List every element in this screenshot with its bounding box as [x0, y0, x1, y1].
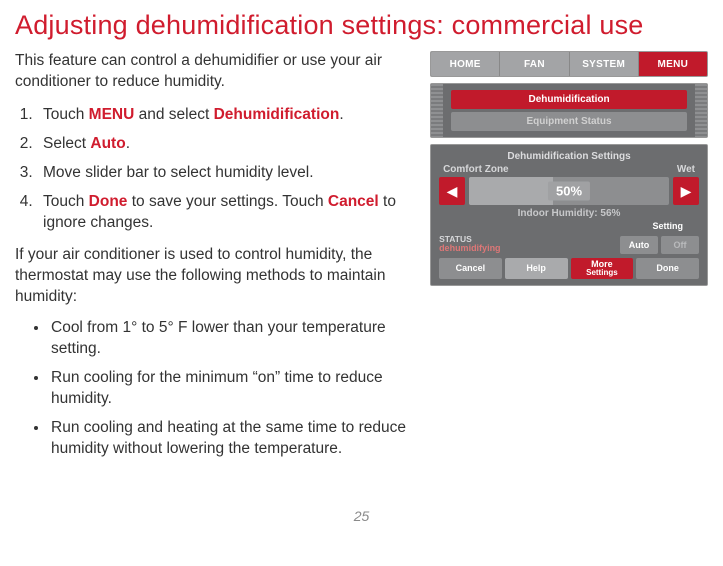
indoor-humidity-readout: Indoor Humidity: 56%	[439, 208, 699, 219]
setting-heading: Setting	[653, 221, 684, 231]
menu-item-dehumidification[interactable]: Dehumidification	[451, 90, 687, 109]
step-4: Touch Done to save your settings. Touch …	[37, 192, 412, 234]
intro-paragraph: This feature can control a dehumidifier …	[15, 51, 412, 93]
sub-intro-paragraph: If your air conditioner is used to contr…	[15, 245, 412, 308]
keyword-menu: MENU	[89, 106, 135, 123]
triangle-left-icon: ◀	[447, 183, 458, 200]
thermostat-screenshots: HOME FAN SYSTEM MENU Dehumidification Eq…	[430, 51, 708, 468]
keyword-auto: Auto	[90, 135, 125, 152]
mode-off-button[interactable]: Off	[661, 236, 699, 254]
slider-right-button[interactable]: ▶	[673, 177, 699, 205]
more-settings-button[interactable]: More Settings	[571, 258, 634, 279]
steps-list: Touch MENU and select Dehumidification. …	[15, 105, 412, 234]
keyword-done: Done	[89, 193, 128, 210]
step-1: Touch MENU and select Dehumidification.	[37, 105, 412, 126]
keyword-cancel: Cancel	[328, 193, 379, 210]
menu-panel: Dehumidification Equipment Status	[430, 83, 708, 138]
humidity-slider[interactable]: ◀ 50% ▶	[439, 177, 699, 205]
tab-menu[interactable]: MENU	[639, 52, 707, 76]
keyword-dehumidification: Dehumidification	[214, 106, 340, 123]
slider-label-right: Wet	[677, 164, 695, 175]
status-value: dehumidifying	[439, 244, 501, 254]
menu-item-equipment-status[interactable]: Equipment Status	[451, 112, 687, 131]
slider-track[interactable]: 50%	[469, 177, 669, 205]
status-block: STATUS dehumidifying	[439, 235, 501, 254]
slider-left-button[interactable]: ◀	[439, 177, 465, 205]
help-button[interactable]: Help	[505, 258, 568, 279]
bullet-3: Run cooling and heating at the same time…	[49, 418, 412, 460]
mode-auto-button[interactable]: Auto	[620, 236, 658, 254]
slider-label-left: Comfort Zone	[443, 164, 509, 175]
cancel-button[interactable]: Cancel	[439, 258, 502, 279]
step-3: Move slider bar to select humidity level…	[37, 163, 412, 184]
settings-panel: Dehumidification Settings Comfort Zone W…	[430, 144, 708, 286]
step-2: Select Auto.	[37, 134, 412, 155]
bullet-1: Cool from 1° to 5° F lower than your tem…	[49, 318, 412, 360]
done-button[interactable]: Done	[636, 258, 699, 279]
page-title: Adjusting dehumidification settings: com…	[15, 10, 708, 41]
instruction-text: This feature can control a dehumidifier …	[15, 51, 412, 468]
bullet-2: Run cooling for the minimum “on” time to…	[49, 368, 412, 410]
tab-strip: HOME FAN SYSTEM MENU	[431, 52, 707, 76]
tab-fan[interactable]: FAN	[500, 52, 569, 76]
triangle-right-icon: ▶	[681, 183, 692, 200]
slider-value: 50%	[548, 182, 590, 201]
bullets-list: Cool from 1° to 5° F lower than your tem…	[15, 318, 412, 460]
settings-title: Dehumidification Settings	[439, 151, 699, 162]
tab-system[interactable]: SYSTEM	[570, 52, 639, 76]
top-tab-panel: HOME FAN SYSTEM MENU	[430, 51, 708, 77]
page-number: 25	[15, 508, 708, 524]
tab-home[interactable]: HOME	[431, 52, 500, 76]
